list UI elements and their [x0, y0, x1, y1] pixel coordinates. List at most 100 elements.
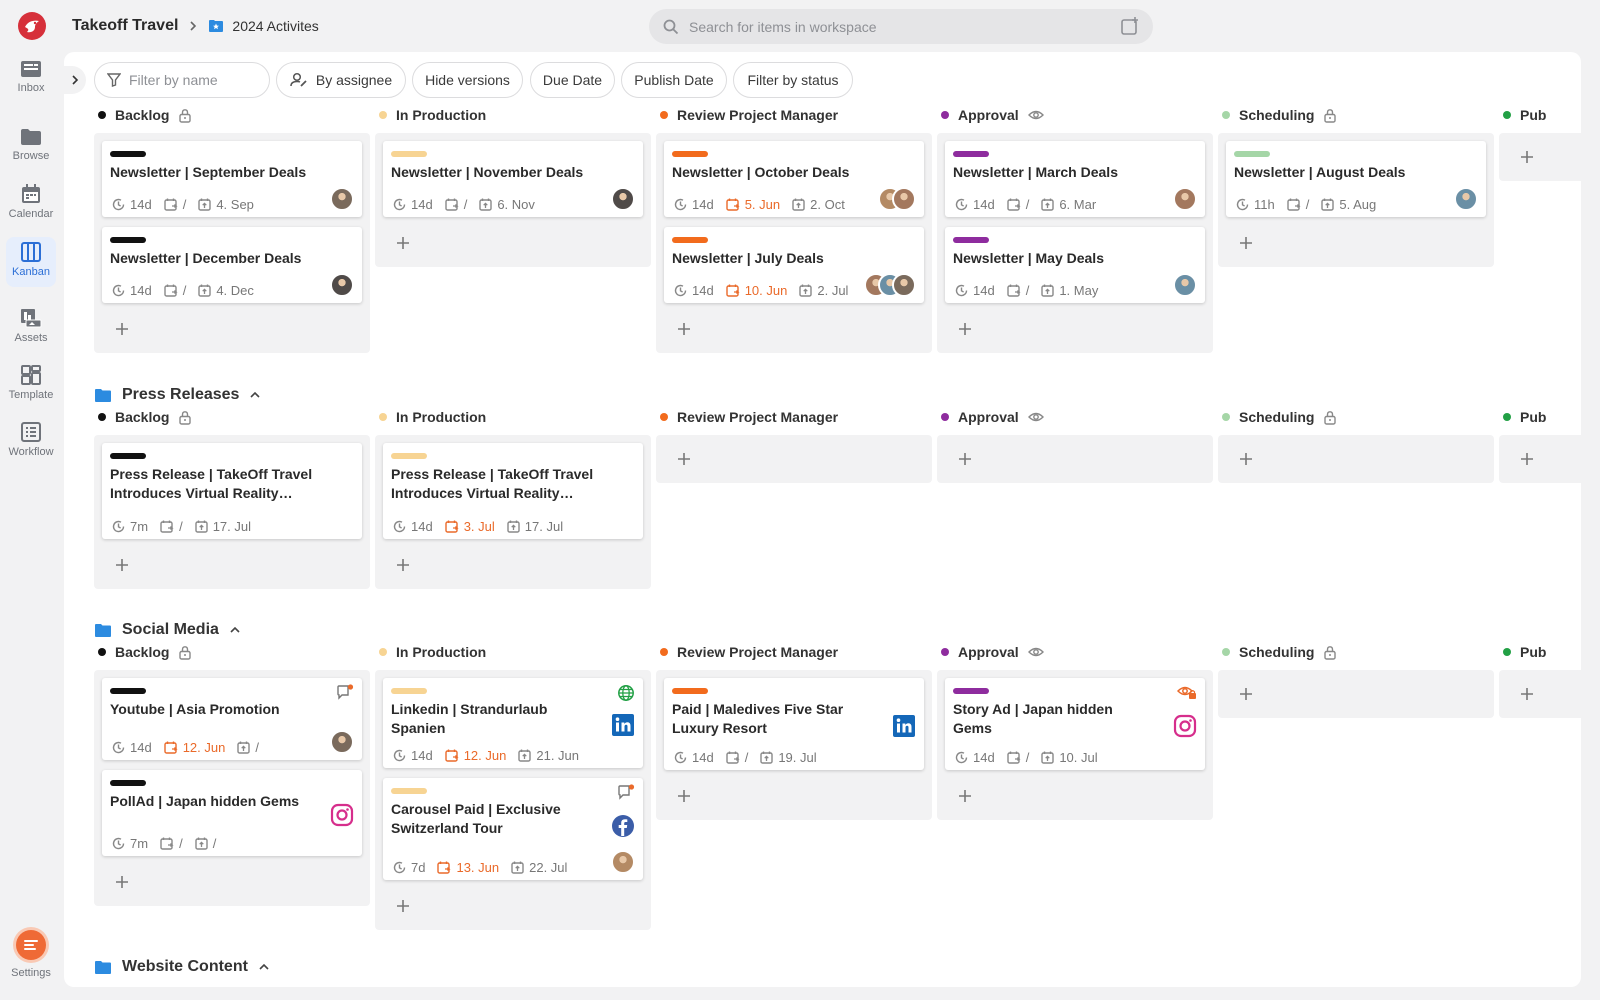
- lock-icon: [1323, 410, 1337, 425]
- nav-inbox[interactable]: Inbox: [6, 55, 56, 94]
- breadcrumb-project[interactable]: 2024 Activites: [208, 18, 319, 34]
- add-card-button[interactable]: [955, 319, 975, 339]
- due-date-icon: [164, 741, 178, 754]
- calendar-icon: [22, 184, 40, 203]
- filter-name-input[interactable]: Filter by name: [94, 62, 270, 98]
- sidebar-toggle[interactable]: [64, 66, 86, 94]
- kanban-card[interactable]: Newsletter | December Deals 14d / 4. Dec: [102, 227, 362, 303]
- nav-calendar-label: Calendar: [8, 208, 54, 220]
- assignee-avatars[interactable]: [611, 850, 635, 874]
- breadcrumb-workspace[interactable]: Takeoff Travel: [72, 17, 178, 35]
- kanban-card[interactable]: Newsletter | October Deals 14d 5. Jun 2. Oc…: [664, 141, 924, 217]
- add-card-button[interactable]: [112, 555, 132, 575]
- nav-workflow[interactable]: Workflow: [6, 417, 56, 458]
- due-value: 3. Jul: [463, 519, 495, 534]
- kanban-card[interactable]: Newsletter | September Deals 14d / 4. Sep: [102, 141, 362, 217]
- chevron-up-icon: [258, 963, 270, 971]
- add-card-button[interactable]: [674, 319, 694, 339]
- column-header: Pub: [1503, 406, 1546, 428]
- publish-date: 10. Jul: [1041, 750, 1098, 765]
- due-date-icon: [445, 749, 459, 762]
- assignee-avatars[interactable]: [611, 187, 635, 211]
- instagram-icon: [330, 803, 354, 827]
- app-logo[interactable]: [18, 12, 46, 40]
- column-body: [1499, 133, 1581, 181]
- add-card-button[interactable]: [1236, 449, 1256, 469]
- assignee-avatars[interactable]: [1173, 187, 1197, 211]
- avatar: [330, 273, 354, 297]
- section-header[interactable]: Website Content: [94, 958, 270, 976]
- plus-icon: [1239, 236, 1253, 250]
- card-meta: 14d 5. Jun 2. Oct: [674, 197, 857, 212]
- assignee-avatars[interactable]: [330, 273, 354, 297]
- clock-icon: [112, 198, 125, 211]
- assignee-avatars[interactable]: [878, 187, 916, 211]
- publish-date-button[interactable]: Publish Date: [621, 62, 727, 98]
- add-card-button[interactable]: [674, 449, 694, 469]
- add-card-button[interactable]: [1517, 147, 1537, 167]
- hide-versions-label: Hide versions: [425, 72, 510, 88]
- add-card-button[interactable]: [955, 449, 975, 469]
- search-input[interactable]: Search for items in workspace: [689, 19, 877, 35]
- plus-icon: [677, 452, 691, 466]
- assignee-avatars[interactable]: [1454, 187, 1478, 211]
- due-date-button[interactable]: Due Date: [530, 62, 615, 98]
- kanban-card[interactable]: Linkedin | Strandurlaub Spanien 14d 12. Ju…: [383, 678, 643, 768]
- new-item-button[interactable]: [1121, 17, 1139, 35]
- project-name: 2024 Activites: [232, 18, 319, 34]
- section-header[interactable]: Social Media: [94, 621, 241, 639]
- publish-date: 4. Sep: [198, 197, 254, 212]
- kanban-card[interactable]: Youtube | Asia Promotion 14d 12. Jun /: [102, 678, 362, 760]
- assignee-avatars[interactable]: [864, 273, 916, 297]
- clock-icon: [112, 741, 125, 754]
- add-card-button[interactable]: [112, 319, 132, 339]
- column-header: Approval: [941, 641, 1044, 663]
- add-card-button[interactable]: [674, 786, 694, 806]
- section-header[interactable]: Press Releases: [94, 386, 261, 404]
- assignee-avatars[interactable]: [330, 187, 354, 211]
- add-card-button[interactable]: [393, 233, 413, 253]
- hide-versions-button[interactable]: Hide versions: [412, 62, 523, 98]
- filter-assignee-button[interactable]: By assignee: [276, 62, 406, 98]
- add-card-button[interactable]: [393, 896, 413, 916]
- nav-browse[interactable]: Browse: [6, 123, 56, 162]
- kanban-card[interactable]: Newsletter | May Deals 14d / 1. May: [945, 227, 1205, 303]
- add-card-button[interactable]: [955, 786, 975, 806]
- kanban-card[interactable]: Story Ad | Japan hidden Gems 14d / 10. Jul: [945, 678, 1205, 770]
- due-value: 10. Jun: [744, 283, 788, 298]
- card-meta: 14d / 6. Nov: [393, 197, 547, 212]
- nav-assets[interactable]: Assets: [6, 303, 56, 344]
- filter-status-button[interactable]: Filter by status: [733, 62, 853, 98]
- nav-template[interactable]: Template: [6, 360, 56, 401]
- add-card-button[interactable]: [1517, 449, 1537, 469]
- avatar: [611, 850, 635, 874]
- kanban-card[interactable]: Paid | Maledives Five Star Luxury Resort…: [664, 678, 924, 770]
- kanban-card[interactable]: Newsletter | July Deals 14d 10. Jun 2. Jul: [664, 227, 924, 303]
- nav-settings[interactable]: Settings: [6, 930, 56, 979]
- status-bar: [391, 688, 427, 694]
- kanban-card[interactable]: Newsletter | November Deals 14d / 6. Nov: [383, 141, 643, 217]
- kanban-card[interactable]: Carousel Paid | Exclusive Switzerland To…: [383, 778, 643, 880]
- nav-calendar[interactable]: Calendar: [6, 179, 56, 220]
- column-title: Review Project Manager: [677, 644, 839, 660]
- add-card-button[interactable]: [112, 872, 132, 892]
- status-bar: [391, 788, 427, 794]
- nav-kanban[interactable]: Kanban: [6, 237, 56, 287]
- avatar: [1173, 187, 1197, 211]
- add-card-button[interactable]: [393, 555, 413, 575]
- publish-date: 5. Aug: [1321, 197, 1376, 212]
- kanban-card[interactable]: Press Release | TakeOff Travel Introduce…: [383, 443, 643, 539]
- add-card-button[interactable]: [1517, 684, 1537, 704]
- assignee-avatars[interactable]: [330, 730, 354, 754]
- kanban-card[interactable]: Newsletter | August Deals 11h / 5. Aug: [1226, 141, 1486, 217]
- kanban-card[interactable]: Newsletter | March Deals 14d / 6. Mar: [945, 141, 1205, 217]
- assignee-avatars[interactable]: [1173, 273, 1197, 297]
- kanban-card[interactable]: Press Release | TakeOff Travel Introduce…: [102, 443, 362, 539]
- kanban-card[interactable]: PollAd | Japan hidden Gems 7m / /: [102, 770, 362, 856]
- settings-button[interactable]: [16, 930, 46, 960]
- folder-icon: [94, 623, 112, 638]
- add-card-button[interactable]: [1236, 684, 1256, 704]
- clock-icon: [393, 749, 406, 762]
- search-bar[interactable]: Search for items in workspace: [649, 9, 1153, 44]
- add-card-button[interactable]: [1236, 233, 1256, 253]
